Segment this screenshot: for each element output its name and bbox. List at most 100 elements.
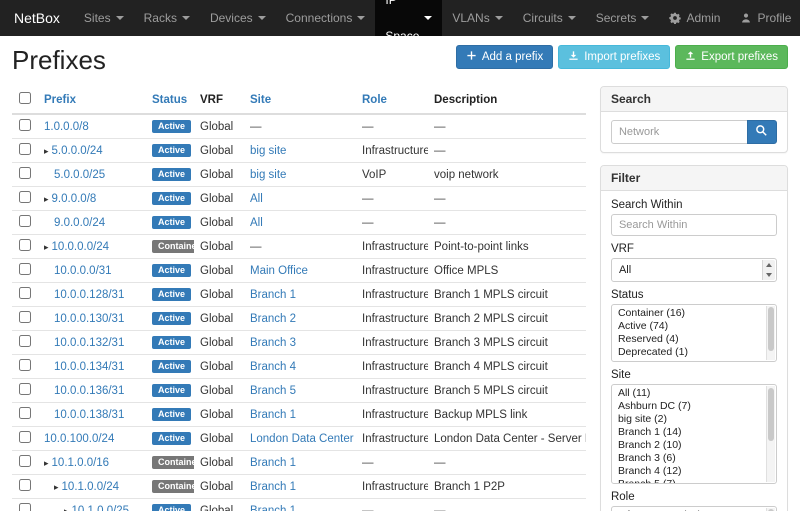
prefix-link[interactable]: 10.1.0.0/16	[52, 457, 110, 469]
search-button[interactable]	[747, 120, 777, 144]
brand-link[interactable]: NetBox	[0, 0, 74, 36]
row-checkbox[interactable]	[19, 407, 31, 419]
filter-option[interactable]: Branch 2 (10)	[612, 439, 764, 452]
site-link[interactable]: Branch 1	[250, 505, 296, 511]
row-checkbox[interactable]	[19, 263, 31, 275]
filter-option[interactable]: Branch 5 (7)	[612, 478, 764, 484]
row-checkbox[interactable]	[19, 239, 31, 251]
row-checkbox[interactable]	[19, 335, 31, 347]
prefix-link[interactable]: 10.0.0.128/31	[54, 289, 124, 301]
table-row: 1.0.0.0/8ActiveGlobal———	[12, 114, 586, 139]
scrollbar-thumb[interactable]	[768, 307, 774, 351]
site-link[interactable]: Branch 4	[250, 361, 296, 373]
nav-item-secrets[interactable]: Secrets	[586, 0, 660, 36]
expand-children-icon[interactable]: ▸	[44, 146, 49, 156]
prefix-link[interactable]: 9.0.0.0/24	[54, 217, 105, 229]
status-listbox[interactable]: Container (16)Active (74)Reserved (4)Dep…	[611, 304, 777, 362]
column-header-status[interactable]: Status	[152, 94, 187, 106]
filter-option[interactable]: Reserved (4)	[612, 333, 764, 346]
expand-children-icon[interactable]: ▸	[44, 194, 49, 204]
site-link[interactable]: Branch 3	[250, 337, 296, 349]
prefix-link[interactable]: 10.1.0.0/24	[62, 481, 120, 493]
site-link[interactable]: Main Office	[250, 265, 308, 277]
prefix-link[interactable]: 5.0.0.0/24	[52, 145, 103, 157]
row-checkbox[interactable]	[19, 455, 31, 467]
filter-option[interactable]: Ashburn DC (7)	[612, 400, 764, 413]
role-listbox[interactable]: Infrastructure (25)Management (8)Private…	[611, 506, 777, 511]
add-a-prefix-button[interactable]: Add a prefix	[456, 45, 553, 69]
row-checkbox[interactable]	[19, 287, 31, 299]
description-value: Point-to-point links	[434, 241, 529, 253]
site-link[interactable]: All	[250, 193, 263, 205]
site-link[interactable]: London Data Center	[250, 433, 354, 445]
site-link[interactable]: Branch 5	[250, 385, 296, 397]
prefix-link[interactable]: 10.0.0.132/31	[54, 337, 124, 349]
table-row: 10.0.0.128/31ActiveGlobalBranch 1Infrast…	[12, 283, 586, 307]
prefix-link[interactable]: 10.0.0.136/31	[54, 385, 124, 397]
filter-option[interactable]: Container (16)	[612, 307, 764, 320]
prefix-link[interactable]: 10.0.0.138/31	[54, 409, 124, 421]
row-checkbox[interactable]	[19, 191, 31, 203]
prefix-link[interactable]: 9.0.0.0/8	[52, 193, 97, 205]
prefix-link[interactable]: 10.0.0.130/31	[54, 313, 124, 325]
prefix-link[interactable]: 10.0.0.0/31	[54, 265, 112, 277]
import-prefixes-button[interactable]: Import prefixes	[558, 45, 670, 69]
search-input[interactable]	[611, 120, 748, 144]
expand-children-icon[interactable]: ▸	[44, 242, 49, 252]
vrf-select[interactable]: All	[611, 258, 777, 282]
prefix-link[interactable]: 1.0.0.0/8	[44, 121, 89, 133]
row-checkbox[interactable]	[19, 215, 31, 227]
row-checkbox[interactable]	[19, 167, 31, 179]
nav-item-circuits[interactable]: Circuits	[513, 0, 586, 36]
search-within-input[interactable]	[611, 214, 777, 236]
nav-item-profile[interactable]: Profile	[730, 0, 800, 36]
row-checkbox[interactable]	[19, 311, 31, 323]
column-header-site[interactable]: Site	[250, 94, 271, 106]
column-header-prefix[interactable]: Prefix	[44, 94, 76, 106]
site-link[interactable]: Branch 1	[250, 409, 296, 421]
nav-item-devices[interactable]: Devices	[200, 0, 276, 36]
nav-item-vlans[interactable]: VLANs	[442, 0, 512, 36]
select-all-checkbox[interactable]	[19, 92, 31, 104]
site-link[interactable]: All	[250, 217, 263, 229]
filter-option[interactable]: big site (2)	[612, 413, 764, 426]
column-header-role[interactable]: Role	[362, 94, 387, 106]
filter-option[interactable]: All (11)	[612, 387, 764, 400]
nav-item-connections[interactable]: Connections	[276, 0, 376, 36]
site-link[interactable]: Branch 1	[250, 289, 296, 301]
row-checkbox[interactable]	[19, 479, 31, 491]
nav-item-admin[interactable]: Admin	[659, 0, 730, 36]
row-checkbox[interactable]	[19, 359, 31, 371]
site-link[interactable]: Branch 1	[250, 481, 296, 493]
row-checkbox[interactable]	[19, 383, 31, 395]
prefix-link[interactable]: 10.0.100.0/24	[44, 433, 114, 445]
scrollbar-thumb[interactable]	[768, 388, 774, 441]
scrollbar[interactable]	[766, 386, 775, 482]
filter-option[interactable]: Deprecated (1)	[612, 346, 764, 359]
filter-option[interactable]: Branch 4 (12)	[612, 465, 764, 478]
export-prefixes-button[interactable]: Export prefixes	[675, 45, 788, 69]
filter-option[interactable]: Branch 1 (14)	[612, 426, 764, 439]
prefix-link[interactable]: 10.0.0.134/31	[54, 361, 124, 373]
row-checkbox[interactable]	[19, 143, 31, 155]
site-link[interactable]: big site	[250, 169, 286, 181]
prefix-link[interactable]: 5.0.0.0/25	[54, 169, 105, 181]
expand-children-icon[interactable]: ▸	[54, 482, 59, 492]
row-checkbox[interactable]	[19, 503, 31, 511]
expand-children-icon[interactable]: ▸	[44, 458, 49, 468]
prefix-link[interactable]: 10.1.0.0/25	[72, 505, 130, 511]
site-link[interactable]: Branch 2	[250, 313, 296, 325]
site-link[interactable]: Branch 1	[250, 457, 296, 469]
nav-item-racks[interactable]: Racks	[134, 0, 200, 36]
row-checkbox[interactable]	[19, 119, 31, 131]
row-checkbox[interactable]	[19, 431, 31, 443]
expand-children-icon[interactable]: ▸	[64, 506, 69, 511]
nav-item-ip-space[interactable]: IP Space	[375, 0, 442, 36]
nav-item-sites[interactable]: Sites	[74, 0, 134, 36]
site-listbox[interactable]: All (11)Ashburn DC (7)big site (2)Branch…	[611, 384, 777, 484]
scrollbar[interactable]	[766, 306, 775, 360]
site-link[interactable]: big site	[250, 145, 286, 157]
filter-option[interactable]: Active (74)	[612, 320, 764, 333]
prefix-link[interactable]: 10.0.0.0/24	[52, 241, 110, 253]
filter-option[interactable]: Branch 3 (6)	[612, 452, 764, 465]
